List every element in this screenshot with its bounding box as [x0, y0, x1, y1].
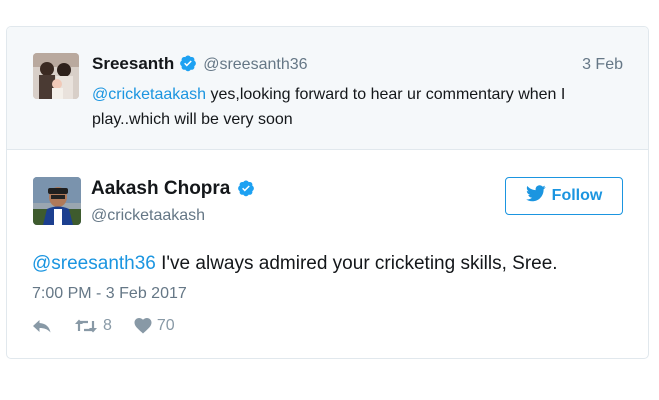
reply-icon — [32, 318, 52, 334]
main-tweet-text: @sreesanth36 I've always admired your cr… — [32, 250, 632, 278]
main-tweet-timestamp[interactable]: 7:00 PM - 3 Feb 2017 — [32, 285, 187, 303]
retweet-action[interactable]: 8 — [74, 317, 112, 335]
parent-author-handle[interactable]: @sreesanth36 — [203, 56, 307, 73]
follow-button[interactable]: Follow — [505, 177, 623, 215]
heart-icon — [134, 318, 152, 334]
like-action[interactable]: 70 — [134, 317, 175, 335]
aakash-avatar[interactable] — [33, 177, 81, 225]
parent-tweet-date[interactable]: 3 Feb — [582, 56, 623, 74]
verified-badge-icon — [179, 54, 197, 72]
verified-badge-icon — [237, 179, 255, 197]
main-tweet-header: Aakash Chopra — [91, 178, 255, 200]
parent-mention-link[interactable]: @cricketaakash — [92, 86, 206, 103]
twitter-bird-icon — [525, 185, 546, 207]
retweet-count: 8 — [103, 317, 112, 334]
main-author-name[interactable]: Aakash Chopra — [91, 178, 230, 199]
parent-tweet-header: Sreesanth @sreesanth36 — [92, 54, 308, 74]
main-mention-link[interactable]: @sreesanth36 — [32, 253, 156, 274]
tweet-actions: 8 70 — [32, 317, 175, 335]
reply-action[interactable] — [32, 318, 52, 334]
main-tweet-body: I've always admired your cricketing skil… — [155, 253, 558, 274]
main-author-handle[interactable]: @cricketaakash — [91, 207, 205, 225]
follow-label: Follow — [551, 187, 603, 204]
like-count: 70 — [156, 317, 175, 334]
embedded-tweet-card: Sreesanth @sreesanth36 3 Feb @cricketaaka… — [6, 26, 649, 359]
sreesanth-avatar[interactable] — [33, 53, 79, 99]
parent-author-name[interactable]: Sreesanth — [92, 54, 174, 73]
parent-tweet-text: @cricketaakash yes,looking forward to he… — [92, 82, 632, 132]
parent-tweet[interactable]: Sreesanth @sreesanth36 3 Feb @cricketaaka… — [7, 27, 648, 150]
retweet-icon — [74, 318, 98, 334]
